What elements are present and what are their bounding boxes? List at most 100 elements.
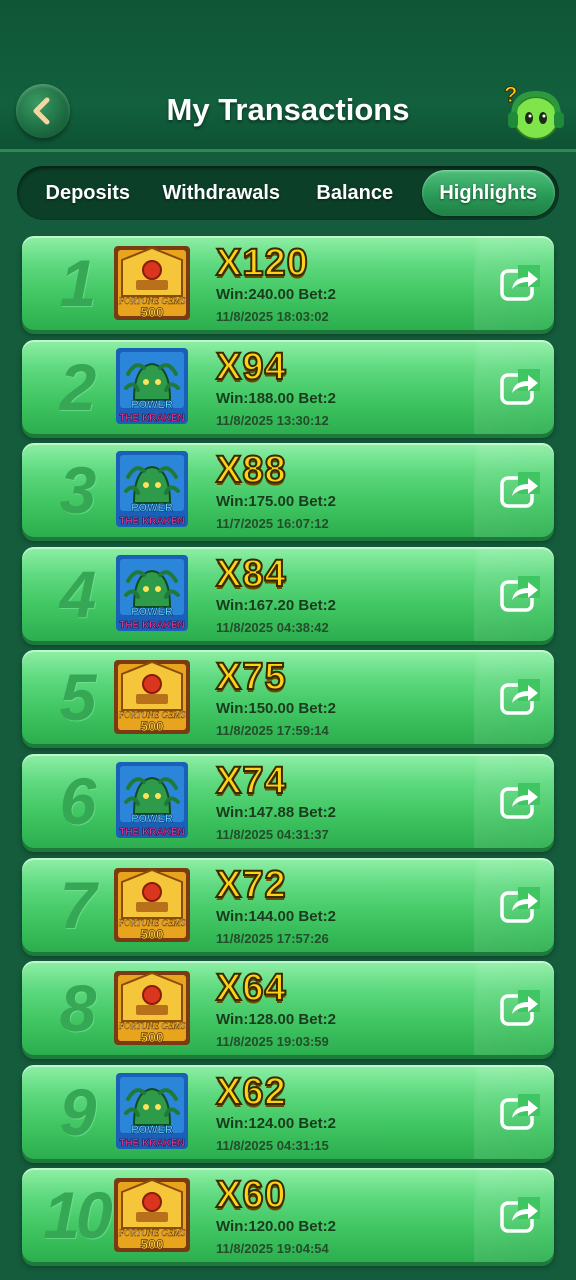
transaction-tabs: Deposits Withdrawals Balance Highlights [17, 166, 559, 220]
power-of-the-kraken-logo: POWER THE KRAKEN [116, 347, 188, 424]
share-icon [500, 679, 540, 716]
svg-text:500: 500 [140, 1236, 164, 1252]
rank-number: 9 [59, 1074, 97, 1149]
support-mascot-icon: ? [504, 82, 564, 140]
svg-text:THE KRAKEN: THE KRAKEN [119, 827, 185, 838]
support-button[interactable]: ? [500, 80, 566, 146]
highlight-row[interactable]: 3 POWER THE KRAKEN X88 Win:175.00 Bet:2 1… [22, 443, 554, 538]
highlight-row[interactable]: 9 POWER THE KRAKEN X62 Win:124.00 Bet:2 1… [22, 1064, 554, 1159]
share-icon [500, 990, 540, 1026]
svg-text:THE KRAKEN: THE KRAKEN [119, 1138, 185, 1149]
win-bet-text: Win:120.00 Bet:2 [216, 1218, 336, 1236]
multiplier-text: X120 [215, 241, 309, 285]
win-bet-text: Win:147.88 Bet:2 [216, 803, 336, 821]
game-icon: POWER THE KRAKEN [110, 758, 194, 842]
multiplier-text: X75 [215, 655, 287, 699]
svg-text:POWER: POWER [131, 1124, 173, 1136]
highlight-row[interactable]: 1 FORTUNE GEMS 500 X120 Win:240.00 Bet:2 … [22, 236, 554, 330]
multiplier-text: X88 [215, 448, 287, 492]
date-text: 11/8/2025 04:31:37 [216, 826, 329, 842]
tab-deposits[interactable]: Deposits [21, 170, 155, 216]
fortune-gems-500-logo: FORTUNE GEMS500 [114, 971, 190, 1046]
rank-number: 7 [59, 867, 97, 942]
multiplier-text: X64 [215, 966, 287, 1010]
win-bet-text: Win:188.00 Bet:2 [216, 389, 336, 407]
header-bar: My Transactions ? [0, 0, 576, 152]
share-icon [500, 1093, 540, 1130]
svg-text:500: 500 [140, 1029, 164, 1045]
share-button[interactable] [498, 572, 542, 616]
share-button[interactable] [498, 261, 542, 305]
share-icon [500, 472, 540, 508]
rank-number: 2 [59, 349, 97, 424]
date-text: 11/8/2025 13:30:12 [216, 412, 329, 428]
multiplier-text: X94 [215, 345, 287, 389]
highlight-row[interactable]: 4 POWER THE KRAKEN X84 Win:167.20 Bet:2 1… [22, 546, 554, 641]
share-button[interactable] [498, 883, 542, 927]
game-icon: FORTUNE GEMS 500 [110, 862, 194, 946]
rank-number: 5 [59, 660, 97, 735]
highlight-row[interactable]: 5 FORTUNE GEMS 500 X75 Win:150.00 Bet:2 1… [22, 650, 554, 745]
share-button[interactable] [498, 1090, 542, 1134]
share-icon [500, 368, 540, 405]
win-bet-text: Win:240.00 Bet:2 [216, 286, 336, 303]
power-of-the-kraken-logo: POWER THE KRAKEN [116, 554, 188, 631]
tab-highlights[interactable]: Highlights [421, 170, 555, 216]
rank-number: 1 [59, 246, 97, 320]
share-button[interactable] [498, 779, 542, 823]
fortune-gems-500-logo: FORTUNE GEMS500 [114, 1178, 190, 1253]
multiplier-text: X84 [215, 552, 287, 596]
highlight-row[interactable]: 10 FORTUNE GEMS 500 X60 Win:120.00 Bet:2 … [22, 1168, 554, 1263]
fortune-gems-500-logo: FORTUNE GEMS500 [114, 867, 190, 942]
rank-number: 3 [59, 453, 97, 528]
rank-number: 6 [59, 763, 97, 838]
share-button[interactable] [498, 986, 542, 1030]
win-bet-text: Win:167.20 Bet:2 [216, 596, 336, 614]
share-icon [500, 886, 540, 923]
highlight-row[interactable]: 6 POWER THE KRAKEN X74 Win:147.88 Bet:2 1… [22, 753, 554, 848]
fortune-gems-500-logo: FORTUNE GEMS500 [114, 246, 190, 320]
multiplier-text: X72 [215, 863, 287, 907]
rank-number: 8 [59, 971, 97, 1046]
game-icon: FORTUNE GEMS 500 [110, 1172, 194, 1256]
win-bet-text: Win:150.00 Bet:2 [216, 700, 336, 718]
date-text: 11/8/2025 17:57:26 [216, 930, 329, 946]
svg-text:500: 500 [140, 304, 164, 320]
game-icon: POWER THE KRAKEN [110, 344, 194, 428]
date-text: 11/8/2025 04:38:42 [216, 619, 329, 635]
game-icon: POWER THE KRAKEN [110, 551, 194, 635]
power-of-the-kraken-logo: POWER THE KRAKEN [116, 761, 188, 838]
win-bet-text: Win:124.00 Bet:2 [216, 1114, 336, 1132]
share-button[interactable] [498, 1193, 542, 1237]
share-button[interactable] [498, 468, 542, 512]
share-icon [500, 575, 540, 612]
svg-text:POWER: POWER [131, 813, 173, 825]
tab-balance[interactable]: Balance [288, 170, 422, 216]
page-title: My Transactions [166, 92, 410, 127]
svg-text:POWER: POWER [131, 399, 173, 411]
date-text: 11/7/2025 16:07:12 [216, 516, 329, 532]
date-text: 11/8/2025 17:59:14 [216, 723, 329, 739]
multiplier-text: X62 [215, 1070, 287, 1114]
highlight-row[interactable]: 2 POWER THE KRAKEN X94 Win:188.00 Bet:2 1… [22, 339, 554, 434]
win-bet-text: Win:128.00 Bet:2 [216, 1011, 336, 1029]
share-button[interactable] [498, 675, 542, 719]
highlight-row[interactable]: 7 FORTUNE GEMS 500 X72 Win:144.00 Bet:2 1… [22, 857, 554, 952]
svg-text:500: 500 [140, 926, 164, 942]
share-icon [500, 1197, 540, 1234]
date-text: 11/8/2025 04:31:15 [216, 1137, 329, 1153]
date-text: 11/8/2025 18:03:02 [216, 309, 329, 324]
share-button[interactable] [498, 365, 542, 409]
share-icon [500, 782, 540, 819]
svg-text:THE KRAKEN: THE KRAKEN [119, 620, 185, 631]
tab-withdrawals[interactable]: Withdrawals [155, 170, 289, 216]
highlights-list: 1 FORTUNE GEMS 500 X120 Win:240.00 Bet:2 … [22, 236, 554, 1272]
rank-number: 10 [43, 1178, 112, 1253]
multiplier-text: X60 [215, 1173, 287, 1217]
fortune-gems-500-logo: FORTUNE GEMS500 [114, 660, 190, 735]
multiplier-text: X74 [215, 759, 287, 803]
win-bet-text: Win:144.00 Bet:2 [216, 907, 336, 925]
svg-text:500: 500 [140, 718, 164, 734]
power-of-the-kraken-logo: POWER THE KRAKEN [116, 1072, 188, 1149]
highlight-row[interactable]: 8 FORTUNE GEMS 500 X64 Win:128.00 Bet:2 1… [22, 961, 554, 1056]
